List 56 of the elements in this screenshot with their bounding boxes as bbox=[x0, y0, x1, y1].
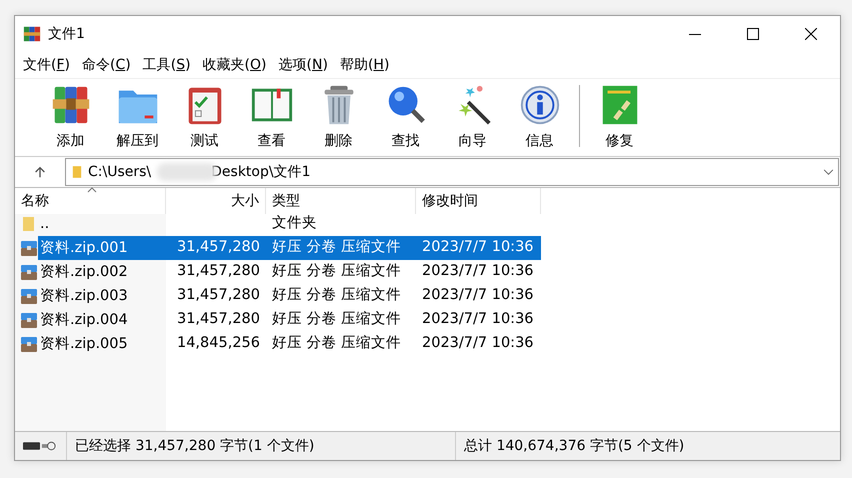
status-text: 总计 140,674,376 字节(5 个文件) bbox=[464, 436, 684, 456]
toolbar-button[interactable]: 修复 bbox=[586, 83, 653, 152]
status-text: 已经选择 31,457,280 字节(1 个文件) bbox=[75, 436, 314, 456]
archive-file-icon bbox=[20, 287, 38, 305]
file-name[interactable]: 资料.zip.002 bbox=[38, 260, 166, 284]
archive-file-icon bbox=[20, 263, 38, 281]
toolbar-button[interactable]: 测试 bbox=[171, 83, 238, 152]
toolbar-button[interactable]: 添加 bbox=[37, 83, 104, 152]
menu-item[interactable]: 命令(C) bbox=[76, 54, 137, 76]
archive-file-icon bbox=[20, 335, 38, 353]
menu-item[interactable]: 帮助(H) bbox=[334, 54, 396, 76]
folder-icon bbox=[72, 164, 82, 180]
size-cell: 31,457,280 bbox=[166, 236, 266, 260]
file-name[interactable]: .. bbox=[38, 212, 166, 236]
menu-item[interactable]: 选项(N) bbox=[272, 54, 334, 76]
path-text: C:\Users\ bbox=[88, 162, 152, 182]
file-type-cell: 好压 分卷 压缩文件 bbox=[266, 236, 416, 260]
size-cell-text: 31,457,280 bbox=[176, 262, 261, 282]
size-cell-text: 31,457,280 bbox=[176, 286, 261, 306]
modified-time-cell-text: 2023/7/7 10:36 bbox=[421, 286, 535, 306]
toolbar-button[interactable]: 解压到 bbox=[104, 83, 171, 152]
modified-time-cell: 2023/7/7 10:36 bbox=[416, 236, 541, 260]
maximize-icon bbox=[747, 28, 759, 40]
file-type-cell-text: 文件夹 bbox=[271, 214, 318, 234]
drive-icon bbox=[23, 440, 57, 452]
modified-time-cell-text: 2023/7/7 10:36 bbox=[421, 310, 535, 330]
file-type-cell-text: 好压 分卷 压缩文件 bbox=[271, 286, 402, 306]
toolbar-button[interactable]: 删除 bbox=[305, 83, 372, 152]
menu-item[interactable]: 文件(F) bbox=[17, 54, 76, 76]
close-icon bbox=[805, 28, 817, 40]
file-type-cell-text: 好压 分卷 压缩文件 bbox=[271, 310, 402, 330]
modified-time-cell-text: 2023/7/7 10:36 bbox=[421, 334, 535, 354]
toolbar-button[interactable]: 查找 bbox=[372, 83, 439, 152]
toolbar-button[interactable]: 向导 bbox=[439, 83, 506, 152]
size-cell-text: 14,845,256 bbox=[176, 334, 261, 354]
menu-item[interactable]: 工具(S) bbox=[136, 54, 197, 76]
file-name[interactable]: 资料.zip.005 bbox=[38, 332, 166, 356]
file-name[interactable]: 资料.zip.003 bbox=[38, 284, 166, 308]
archive-file-icon bbox=[20, 239, 38, 257]
menu-item[interactable]: 收藏夹(O) bbox=[196, 54, 273, 76]
column-header[interactable]: 名称 bbox=[15, 188, 166, 214]
file-name[interactable]: 资料.zip.004 bbox=[38, 308, 166, 332]
size-cell-text: 31,457,280 bbox=[176, 310, 261, 330]
up-arrow-icon bbox=[33, 165, 47, 179]
file-name[interactable]: 资料.zip.001 bbox=[38, 236, 166, 260]
file-type-cell-text: 好压 分卷 压缩文件 bbox=[271, 334, 402, 354]
app-icon bbox=[23, 25, 41, 43]
address-field[interactable]: C:\Users\ Desktop\文件1 bbox=[65, 158, 839, 186]
toolbar-button[interactable]: 信息 bbox=[506, 83, 573, 152]
file-type-cell-text: 好压 分卷 压缩文件 bbox=[271, 262, 402, 282]
modified-time-cell-text: 2023/7/7 10:36 bbox=[421, 262, 535, 282]
path-text: Desktop\文件1 bbox=[211, 162, 311, 182]
window-title: 文件1 bbox=[48, 24, 85, 44]
toolbar-button[interactable]: 查看 bbox=[238, 83, 305, 152]
dropdown-caret-icon bbox=[823, 168, 834, 176]
archive-file-icon bbox=[20, 311, 38, 329]
